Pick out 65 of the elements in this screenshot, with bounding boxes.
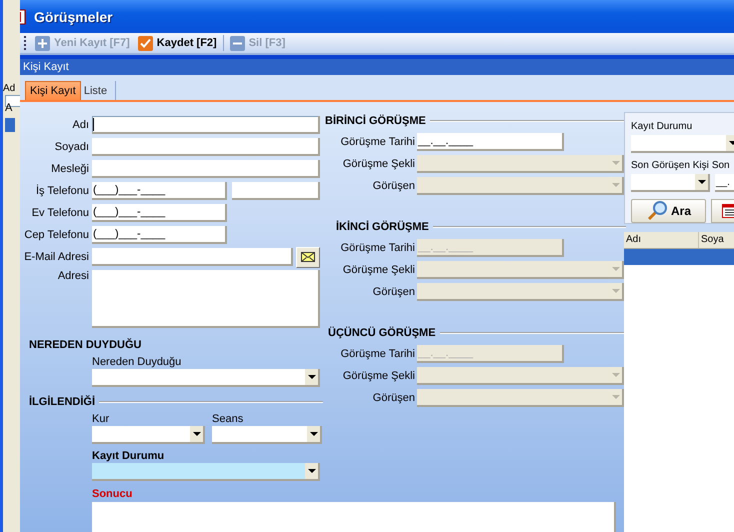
column-header[interactable]: Adı (624, 232, 699, 248)
input-field[interactable] (92, 116, 320, 134)
input-field[interactable] (92, 160, 320, 178)
field-label: Sonucu (92, 488, 134, 502)
dropdown[interactable] (92, 369, 320, 387)
input-field[interactable]: (___)___-____ (92, 226, 227, 244)
field-label: Mesleği (50, 163, 90, 175)
section-title: ÜÇÜNCÜ GÖRÜŞME (328, 327, 436, 339)
grip-icon (24, 36, 27, 50)
field-label: Nereden Duyduğu (92, 356, 182, 369)
field-label: Görüşme Şekli (342, 264, 416, 276)
field-label: İş Telefonu (34, 185, 90, 197)
dropdown[interactable] (631, 174, 710, 192)
toolbar-button[interactable]: Kaydet [F2] (136, 36, 219, 50)
field-label: Adı (71, 119, 90, 131)
dropdown[interactable] (92, 463, 320, 481)
envelope-icon (301, 252, 315, 262)
tab[interactable]: Liste (80, 81, 116, 100)
field-label: Kayıt Durumu (631, 120, 694, 134)
background-window-text: A (5, 102, 12, 114)
email-button[interactable] (296, 246, 320, 268)
window-title: Görüşmeler (34, 8, 113, 24)
check-icon (138, 36, 153, 50)
field-label: Görüşme Tarihi (340, 136, 416, 148)
field-label: Kur (92, 413, 110, 426)
section-title: NEREDEN DUYDUĞU (29, 339, 142, 351)
field-label: Görüşme Şekli (342, 370, 416, 382)
field-label: Seans (212, 413, 244, 426)
field-label: Son Görüşen Kişi (631, 159, 709, 173)
field-label: Cep Telefonu (23, 229, 90, 241)
background-list-row (5, 118, 15, 132)
extension-field[interactable] (232, 182, 320, 200)
input-field[interactable]: (___)___-____ (92, 182, 227, 200)
field-label: Kayıt Durumu (92, 450, 166, 463)
field-label: Görüşen (372, 286, 416, 298)
field-label: Soyadı (54, 141, 90, 153)
panel-title: Kişi Kayıt (23, 61, 69, 73)
minus-icon (230, 36, 245, 50)
section-title: İKİNCİ GÖRÜŞME (336, 221, 429, 233)
dropdown[interactable] (631, 135, 734, 153)
field-label: Ev Telefonu (30, 207, 90, 219)
section-title: BİRİNCİ GÖRÜŞME (325, 115, 426, 127)
date-field[interactable]: __. (715, 174, 734, 192)
field-label: Görüşen (372, 180, 416, 192)
section-title: İLGİLENDİĞİ (29, 396, 95, 408)
field-label: Görüşme Şekli (342, 158, 416, 170)
input-field[interactable]: (___)___-____ (92, 204, 227, 222)
background-window-text: Ad (3, 83, 16, 94)
field-label: E-Mail Adresi (23, 251, 90, 263)
field-label: Son (712, 159, 730, 173)
tab[interactable]: Kişi Kayıt (25, 81, 81, 100)
plus-icon (35, 36, 50, 50)
input-field[interactable] (92, 138, 320, 156)
dropdown[interactable] (212, 426, 322, 444)
column-header[interactable]: Soya (699, 232, 734, 248)
date-field[interactable]: __.__.____ (417, 133, 564, 151)
dropdown[interactable] (92, 426, 205, 444)
search-icon (646, 201, 668, 221)
field-label: Adresi (56, 270, 90, 282)
field-label: Görüşme Tarihi (340, 348, 416, 360)
field-label: Görüşme Tarihi (340, 242, 416, 254)
search-button[interactable]: Ara (631, 199, 706, 223)
table-icon (722, 204, 734, 218)
input-field[interactable] (92, 248, 293, 266)
field-label: Görüşen (372, 392, 416, 404)
